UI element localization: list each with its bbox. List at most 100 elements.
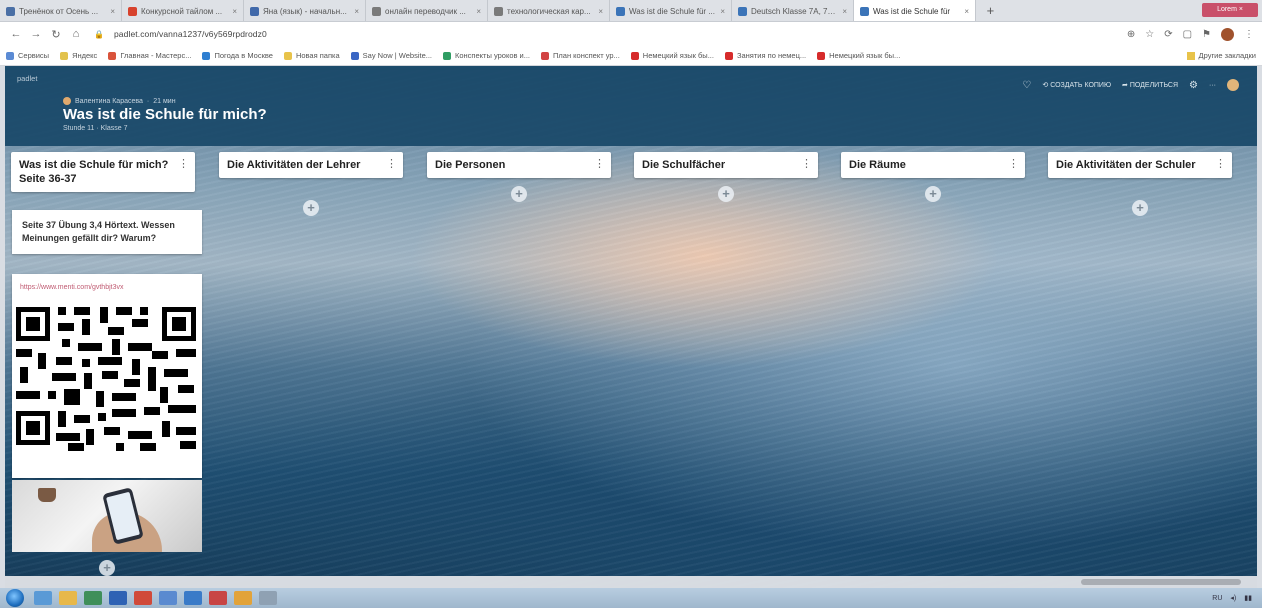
- bookmark-item[interactable]: Сервисы: [6, 51, 49, 60]
- bookmark-item[interactable]: Новая папка: [283, 51, 340, 60]
- system-tray: RU ◂) ▮▮: [1212, 594, 1252, 603]
- post-exercise[interactable]: Seite 37 Übung 3,4 Hörtext. Wessen Meinu…: [12, 210, 202, 254]
- column-title: Die Räume: [849, 159, 906, 171]
- taskbar-app-icon[interactable]: [159, 591, 177, 605]
- browser-tab[interactable]: Яна (язык) - начальн... ×: [244, 0, 366, 21]
- browser-tab[interactable]: Was ist die Schule für ... ×: [610, 0, 732, 21]
- browser-tab[interactable]: технологическая кар... ×: [488, 0, 610, 21]
- bookmark-favicon-icon: [283, 51, 292, 60]
- taskbar-app-icon[interactable]: [34, 591, 52, 605]
- remake-button[interactable]: ⟲ СОЗДАТЬ КОПИЮ: [1042, 81, 1111, 89]
- extensions-puzzle-icon[interactable]: ▢: [1183, 29, 1192, 40]
- add-post-button[interactable]: +: [511, 186, 527, 202]
- bookmark-item[interactable]: Конспекты уроков и...: [443, 51, 530, 60]
- profile-avatar[interactable]: [1221, 27, 1234, 41]
- share-button[interactable]: ➦ ПОДЕЛИТЬСЯ: [1122, 81, 1178, 89]
- bookmark-item[interactable]: Занятия по немец...: [724, 51, 806, 60]
- add-post-button-col1[interactable]: +: [99, 560, 115, 576]
- add-post-button[interactable]: +: [718, 186, 734, 202]
- tab-close-icon[interactable]: ×: [964, 7, 969, 16]
- bookmark-label: Say Now | Website...: [362, 51, 432, 60]
- volume-icon[interactable]: ◂): [1230, 594, 1236, 602]
- home-icon[interactable]: ⌂: [68, 28, 84, 40]
- bookmark-item[interactable]: Погода в Москве: [202, 51, 273, 60]
- tab-title: Конкурсной тайлом ...: [141, 6, 223, 16]
- tab-close-icon[interactable]: ×: [842, 7, 847, 16]
- column-menu-icon[interactable]: ⋮: [1008, 157, 1019, 171]
- add-post-button[interactable]: +: [925, 186, 941, 202]
- column-menu-icon[interactable]: ⋮: [386, 157, 397, 171]
- bookmark-icon[interactable]: ⚑: [1202, 29, 1211, 40]
- bookmark-item[interactable]: План конспект ур...: [541, 51, 620, 60]
- tab-close-icon[interactable]: ×: [354, 7, 359, 16]
- network-icon[interactable]: ▮▮: [1244, 594, 1252, 602]
- taskbar-app-icon[interactable]: [259, 591, 277, 605]
- heart-icon[interactable]: ♡: [1022, 80, 1031, 91]
- settings-gear-icon[interactable]: ⚙: [1189, 80, 1198, 91]
- taskbar-app-icon[interactable]: [84, 591, 102, 605]
- column-header[interactable]: Die Räume ⋮: [841, 152, 1025, 178]
- column-header[interactable]: Die Aktivitäten der Lehrer ⋮: [219, 152, 403, 178]
- taskbar-app-icon[interactable]: [209, 591, 227, 605]
- browser-tab[interactable]: онлайн переводчик ... ×: [366, 0, 488, 21]
- tab-close-icon[interactable]: ×: [720, 7, 725, 16]
- taskbar-app-icon[interactable]: [59, 591, 77, 605]
- bookmark-item[interactable]: Say Now | Website...: [350, 51, 432, 60]
- padlet-logo[interactable]: padlet: [17, 74, 37, 83]
- zoom-icon[interactable]: ⊕: [1127, 29, 1135, 40]
- taskbar-app-icon[interactable]: [184, 591, 202, 605]
- column-menu-icon[interactable]: ⋮: [178, 157, 189, 171]
- taskbar-app-icon[interactable]: [109, 591, 127, 605]
- column-header[interactable]: Die Aktivitäten der Schuler ⋮: [1048, 152, 1232, 178]
- reload-icon[interactable]: ↻: [48, 28, 64, 41]
- post-phone-image[interactable]: [12, 480, 202, 552]
- tab-close-icon[interactable]: ×: [598, 7, 603, 16]
- tab-title: технологическая кар...: [507, 6, 591, 16]
- browser-tab[interactable]: Was ist die Schule für ×: [854, 0, 976, 21]
- browser-tab[interactable]: Тренёнок от Осень ... ×: [0, 0, 122, 21]
- browser-menu-icon[interactable]: ⋮: [1244, 29, 1254, 40]
- address-bar: ← → ↻ ⌂ 🔒 padlet.com/vanna1237/v6y569rpd…: [0, 22, 1262, 46]
- column-menu-icon[interactable]: ⋮: [1215, 157, 1226, 171]
- taskbar-app-icon[interactable]: [134, 591, 152, 605]
- horizontal-scrollbar[interactable]: [5, 576, 1257, 588]
- column-header[interactable]: Was ist die Schule für mich? Seite 36-37…: [11, 152, 195, 192]
- taskbar-app-icon[interactable]: [234, 591, 252, 605]
- more-menu-button[interactable]: ···: [1209, 82, 1216, 89]
- bookmark-item[interactable]: Немецкий язык бы...: [817, 51, 900, 60]
- bookmark-label: Яндекс: [72, 51, 98, 60]
- window-controls[interactable]: Lorem ×: [1202, 3, 1258, 17]
- new-tab-button[interactable]: +: [980, 0, 1000, 21]
- bookmark-label: Конспекты уроков и...: [455, 51, 530, 60]
- tab-favicon-icon: [738, 6, 747, 16]
- post-link-url[interactable]: https://www.menti.com/gvthbjt3vx: [12, 274, 202, 297]
- browser-tab[interactable]: Конкурсной тайлом ... ×: [122, 0, 244, 21]
- bookmark-item[interactable]: Главная - Мастерс...: [108, 51, 191, 60]
- bookmark-item[interactable]: Яндекс: [60, 51, 97, 60]
- add-post-button[interactable]: +: [1132, 200, 1148, 216]
- tab-close-icon[interactable]: ×: [110, 7, 115, 16]
- add-post-button[interactable]: +: [303, 200, 319, 216]
- user-avatar[interactable]: [1227, 79, 1239, 91]
- tab-close-icon[interactable]: ×: [232, 7, 237, 16]
- lock-icon[interactable]: 🔒: [94, 30, 104, 39]
- language-indicator[interactable]: RU: [1212, 595, 1222, 602]
- taskbar-apps: [34, 591, 284, 605]
- column-header[interactable]: Die Schulfächer ⋮: [634, 152, 818, 178]
- bookmark-item[interactable]: Немецкий язык бы...: [630, 51, 714, 60]
- board-header: padlet Валентина Карасева · 21 мин Was i…: [5, 66, 1257, 146]
- extension-icon[interactable]: ⟳: [1164, 29, 1172, 40]
- forward-icon[interactable]: →: [28, 28, 44, 40]
- url-field[interactable]: padlet.com/vanna1237/v6y569rpdrodz0: [114, 29, 267, 39]
- star-icon[interactable]: ☆: [1145, 29, 1154, 40]
- start-button[interactable]: [6, 589, 24, 607]
- tab-close-icon[interactable]: ×: [476, 7, 481, 16]
- column-header[interactable]: Die Personen ⋮: [427, 152, 611, 178]
- column-menu-icon[interactable]: ⋮: [801, 157, 812, 171]
- browser-tab[interactable]: Deutsch Klasse 7А, 7Б ... ×: [732, 0, 854, 21]
- post-link-qr[interactable]: https://www.menti.com/gvthbjt3vx: [12, 274, 202, 478]
- column-menu-icon[interactable]: ⋮: [594, 157, 605, 171]
- other-bookmarks[interactable]: Другие закладки: [1186, 51, 1256, 60]
- back-icon[interactable]: ←: [8, 28, 24, 40]
- horizontal-scrollbar-thumb[interactable]: [1081, 579, 1241, 585]
